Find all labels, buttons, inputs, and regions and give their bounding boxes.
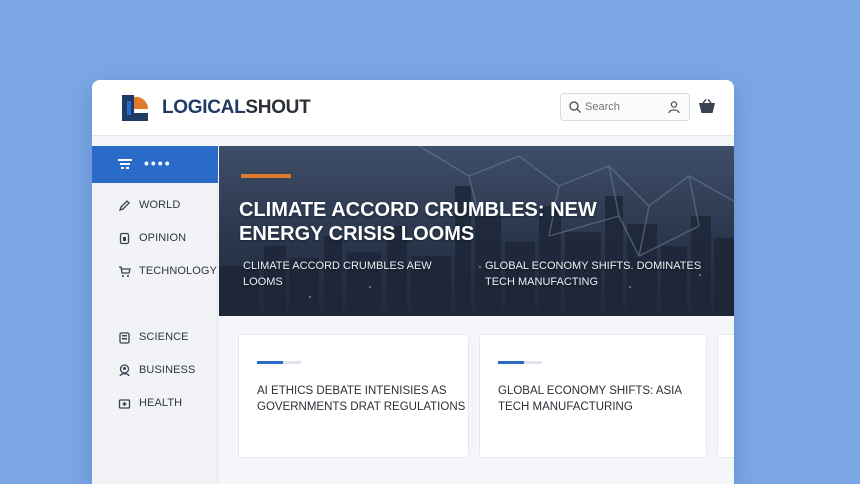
sidebar-item-label: OPINION [139, 232, 187, 244]
sidebar-item-health[interactable]: HEALTH [92, 392, 218, 416]
sidebar-item-technology[interactable]: TECHNOLOGY [92, 260, 218, 284]
sidebar: •••• WORLD OPINION TECHNOLOGY SCIENCE BU… [92, 146, 218, 484]
sidebar-item-science[interactable]: SCIENCE [92, 326, 218, 350]
sidebar-item-label: BUSINESS [139, 364, 196, 376]
sidebar-item-active[interactable]: •••• [92, 146, 218, 183]
article-card[interactable]: GLOBAL ECONOMY SHIFTS: ASIA TECH MANUFAC… [479, 334, 707, 458]
search-box[interactable] [560, 93, 690, 121]
menu-icon [118, 159, 132, 169]
sidebar-item-label: WORLD [139, 199, 181, 211]
clipboard-icon [119, 332, 130, 344]
sidebar-item-world[interactable]: WORLD [92, 194, 218, 218]
logo-icon[interactable] [118, 91, 152, 125]
hero-banner[interactable]: CLIMATE ACCORD CRUMBLES: NEW ENERGY CRIS… [219, 146, 734, 316]
article-title[interactable]: AI ETHICS DEBATE INTENISIES AS GOVERNMEN… [257, 383, 467, 415]
article-card-partial[interactable] [717, 334, 734, 458]
card-accent-bar [498, 361, 542, 364]
brand-first: LOGICAL [162, 97, 246, 118]
article-title[interactable]: GLOBAL ECONOMY SHIFTS: ASIA TECH MANUFAC… [498, 383, 708, 415]
search-input[interactable] [585, 98, 655, 116]
hero-subheadline-right[interactable]: GLOBAL ECONOMY SHIFTS. DOMINATES TECH MA… [485, 258, 730, 290]
hero-headline[interactable]: CLIMATE ACCORD CRUMBLES: NEW ENERGY CRIS… [239, 198, 619, 246]
sidebar-item-business[interactable]: BUSINESS [92, 359, 218, 383]
brand-name[interactable]: LOGICALSHOUT [162, 97, 311, 119]
app-window: LOGICALSHOUT •••• [92, 80, 734, 484]
sidebar-active-label: •••• [144, 155, 172, 171]
health-icon [118, 399, 131, 409]
sidebar-item-label: TECHNOLOGY [139, 265, 218, 277]
sidebar-item-label: HEALTH [139, 397, 183, 409]
hero-accent-bar [241, 174, 291, 178]
article-card[interactable]: AI ETHICS DEBATE INTENISIES AS GOVERNMEN… [238, 334, 469, 458]
sidebar-item-label: SCIENCE [139, 331, 189, 343]
people-icon [119, 364, 130, 377]
cart-icon [119, 266, 131, 277]
sidebar-item-opinion[interactable]: OPINION [92, 227, 218, 251]
user-icon[interactable] [667, 100, 681, 114]
brand-second: SHOUT [245, 97, 311, 118]
card-accent-bar [257, 361, 301, 364]
hero-subheadline-left[interactable]: CLIMATE ACCORD CRUMBLES AEW LOOMS [243, 258, 443, 290]
top-bar: LOGICALSHOUT [92, 80, 734, 136]
pen-icon [118, 200, 130, 212]
document-icon [119, 232, 130, 245]
basket-icon[interactable] [698, 99, 716, 115]
search-icon[interactable] [568, 100, 582, 114]
